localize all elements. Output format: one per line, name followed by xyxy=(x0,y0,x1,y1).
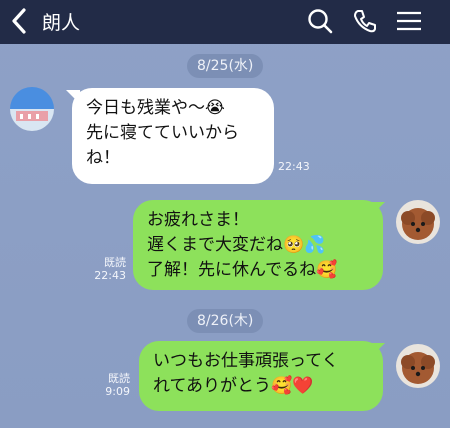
message-time: 22:43 xyxy=(278,160,310,173)
date-separator: 8/26(木) xyxy=(187,309,264,333)
sent-message[interactable]: お疲れさま！ 遅くまで大変だね🥺💦 了解！先に休んでるね🥰 xyxy=(133,200,383,290)
read-receipt: 既読 xyxy=(104,256,126,269)
my-avatar[interactable] xyxy=(396,200,440,244)
friend-avatar[interactable] xyxy=(10,87,54,131)
chat-header: 朗人 xyxy=(0,0,450,44)
menu-icon xyxy=(397,11,421,31)
message-time: 22:43 xyxy=(94,269,126,282)
message-time: 9:09 xyxy=(105,385,130,398)
search-icon xyxy=(308,9,333,34)
sent-message[interactable]: いつもお仕事頑張ってく れてありがとう🥰❤️ xyxy=(139,341,383,411)
poodle-avatar-image xyxy=(396,200,440,244)
poodle-avatar-image xyxy=(396,344,440,388)
menu-button[interactable] xyxy=(394,6,424,36)
back-chevron-icon xyxy=(12,8,26,34)
call-button[interactable] xyxy=(350,6,380,36)
message-meta: 既読 9:09 xyxy=(92,372,130,398)
search-button[interactable] xyxy=(305,6,335,36)
read-receipt: 既読 xyxy=(108,372,130,385)
back-button[interactable] xyxy=(6,6,34,36)
friend-avatar-image xyxy=(10,87,54,131)
message-meta: 既読 22:43 xyxy=(88,256,126,282)
my-avatar[interactable] xyxy=(396,344,440,388)
received-message[interactable]: 今日も残業や〜😭 先に寝てていいから ね！ xyxy=(72,88,274,184)
chat-title: 朗人 xyxy=(42,12,81,34)
date-separator: 8/25(水) xyxy=(187,54,264,78)
phone-icon xyxy=(354,10,376,33)
